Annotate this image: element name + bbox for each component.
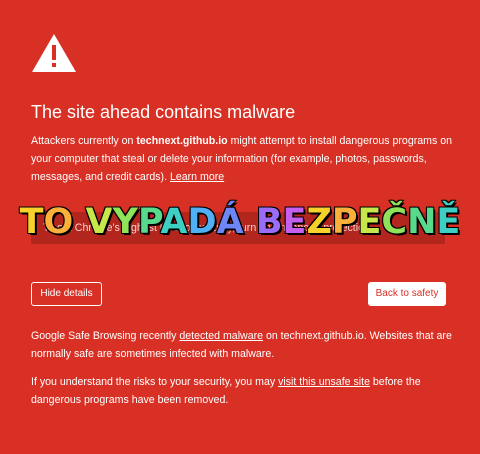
overlay-caption-text: TO VYPADÁ BEZPEČNĚ bbox=[19, 201, 461, 243]
site-name: technext.github.io bbox=[136, 135, 228, 147]
malware-description: Attackers currently on technext.github.i… bbox=[31, 132, 456, 186]
interstitial-page: The site ahead contains malware Attacker… bbox=[0, 0, 480, 454]
description-text: Attackers currently on bbox=[31, 135, 137, 147]
risk-text: If you understand the risks to your secu… bbox=[31, 376, 279, 388]
back-to-safety-button[interactable]: Back to safety bbox=[368, 282, 446, 306]
learn-more-link[interactable]: Learn more bbox=[170, 171, 224, 183]
visit-unsafe-site-link[interactable]: visit this unsafe site bbox=[278, 376, 370, 388]
risk-details: If you understand the risks to your secu… bbox=[31, 373, 456, 409]
warning-triangle-icon bbox=[32, 34, 76, 72]
overlay-caption: TO VYPADÁ BEZPEČNĚ bbox=[0, 195, 480, 249]
page-title: The site ahead contains malware bbox=[31, 102, 296, 122]
hide-details-button[interactable]: Hide details bbox=[31, 282, 102, 306]
details-text: Google Safe Browsing recently bbox=[31, 330, 180, 342]
detected-malware-link[interactable]: detected malware bbox=[179, 330, 263, 342]
safe-browsing-details: Google Safe Browsing recently detected m… bbox=[31, 327, 456, 363]
